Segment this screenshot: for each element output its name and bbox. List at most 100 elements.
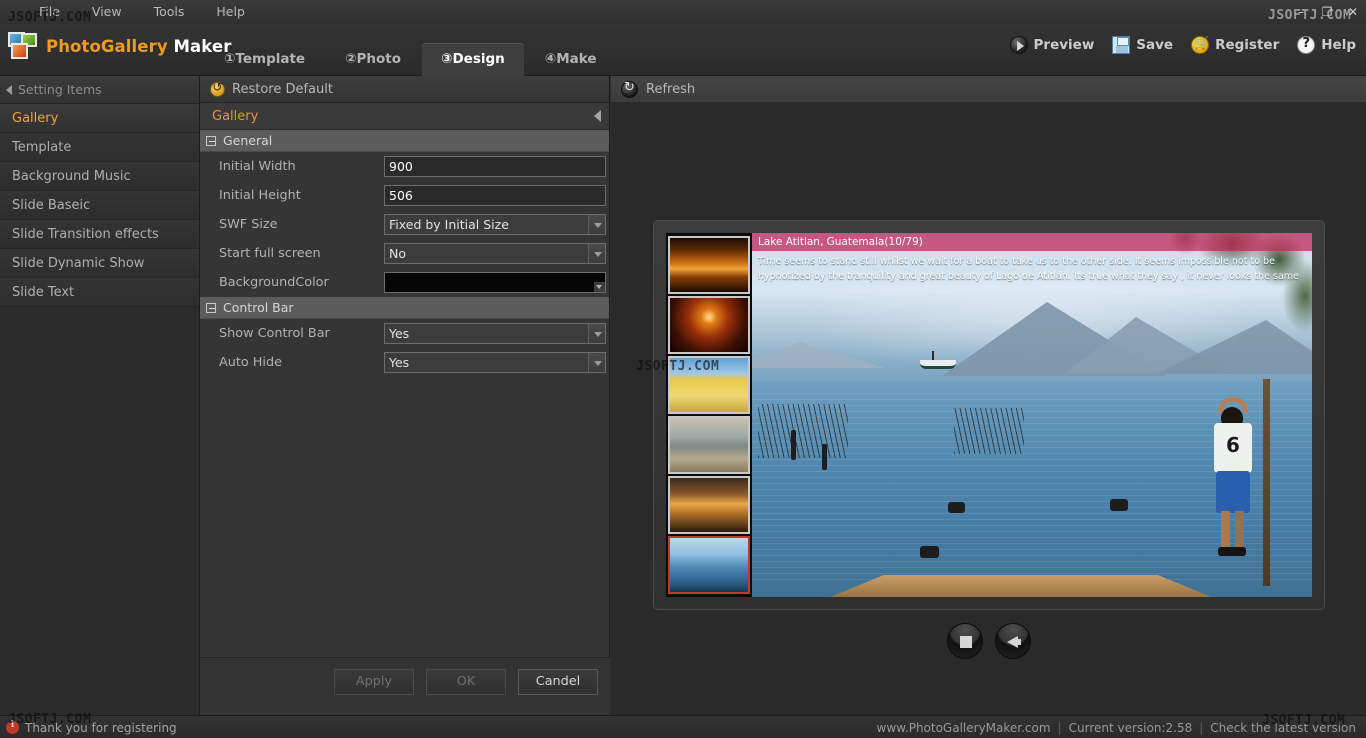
thumbnail-item[interactable] xyxy=(668,416,750,474)
gallery-viewer: 6 Lake Atitlan, Guatemala(10/79) Time se… xyxy=(653,220,1325,610)
save-button[interactable]: Save xyxy=(1112,36,1173,54)
auto-hide-select[interactable]: Yes xyxy=(384,352,606,373)
app-header: PhotoGallery Maker ①Template ②Photo ③Des… xyxy=(0,24,1366,76)
preview-area: Refresh xyxy=(611,76,1366,715)
workflow-tabs: ①Template ②Photo ③Design ④Make xyxy=(205,24,618,76)
menu-item-view[interactable]: View xyxy=(89,0,125,24)
separator-2: | xyxy=(1199,720,1204,735)
chevron-down-icon[interactable] xyxy=(588,244,605,263)
start-full-screen-value: No xyxy=(389,246,406,261)
refresh-button[interactable]: Refresh xyxy=(611,76,1366,103)
sidebar-item-gallery[interactable]: Gallery xyxy=(0,104,199,133)
label-start-full-screen: Start full screen xyxy=(219,246,321,261)
sidebar-item-slide-transition[interactable]: Slide Transition effects xyxy=(0,220,199,249)
sidebar-item-template[interactable]: Template xyxy=(0,133,199,162)
tab-design[interactable]: ③Design xyxy=(422,43,524,76)
row-show-control-bar: Show Control Bar Yes xyxy=(200,319,609,348)
close-icon[interactable]: ✕ xyxy=(1346,5,1360,19)
start-full-screen-select[interactable]: No xyxy=(384,243,606,264)
row-auto-hide: Auto Hide Yes xyxy=(200,348,609,377)
show-control-bar-value: Yes xyxy=(389,326,410,341)
register-label: Register xyxy=(1215,37,1280,53)
group-header-control-bar[interactable]: Control Bar xyxy=(200,297,609,319)
panel-title-bar: Gallery xyxy=(200,103,609,130)
title-bar: File View Tools Help – ❐ ✕ xyxy=(0,0,1366,24)
tab-template[interactable]: ①Template xyxy=(205,43,324,76)
sidebar-header[interactable]: Setting Items xyxy=(0,76,199,104)
sidebar-item-slide-text[interactable]: Slide Text xyxy=(0,278,199,307)
thumbnail-item-selected[interactable] xyxy=(668,536,750,594)
preview-stage: 6 Lake Atitlan, Guatemala(10/79) Time se… xyxy=(611,103,1366,715)
panel-button-row: Apply OK Candel xyxy=(334,669,598,695)
chevron-down-icon[interactable] xyxy=(588,324,605,343)
photo-caption-description: Time seems to stand still whilst we wait… xyxy=(758,256,1299,287)
menu-item-tools[interactable]: Tools xyxy=(151,0,188,24)
property-panel: Restore Default Gallery General Initial … xyxy=(200,76,610,715)
wooden-pole xyxy=(1263,378,1270,587)
group-header-general[interactable]: General xyxy=(200,130,609,152)
tab-make[interactable]: ④Make xyxy=(526,43,616,76)
row-swf-size: SWF Size Fixed by Initial Size xyxy=(200,210,609,239)
sidebar-item-slide-dynamic[interactable]: Slide Dynamic Show xyxy=(0,249,199,278)
status-message: Thank you for registering xyxy=(25,720,177,735)
chevron-down-icon[interactable] xyxy=(594,282,605,292)
tab-photo[interactable]: ②Photo xyxy=(326,43,420,76)
initial-height-input[interactable]: 506 xyxy=(384,185,606,206)
play-icon xyxy=(1009,36,1028,54)
thumbnail-strip xyxy=(666,233,752,597)
label-swf-size: SWF Size xyxy=(219,217,278,232)
cancel-button[interactable]: Candel xyxy=(518,669,598,695)
boy-leg xyxy=(1235,510,1244,549)
main-photo[interactable]: 6 Lake Atitlan, Guatemala(10/79) Time se… xyxy=(752,233,1312,597)
check-update-link[interactable]: Check the latest version xyxy=(1210,721,1356,735)
label-auto-hide: Auto Hide xyxy=(219,355,282,370)
show-control-bar-select[interactable]: Yes xyxy=(384,323,606,344)
chevron-down-icon[interactable] xyxy=(588,215,605,234)
post-shape xyxy=(822,444,827,471)
thumbnail-item[interactable] xyxy=(668,236,750,294)
chevron-down-icon[interactable] xyxy=(588,353,605,372)
sidebar-item-slide-baseic[interactable]: Slide Baseic xyxy=(0,191,199,220)
preview-button[interactable]: Preview xyxy=(1009,36,1094,54)
register-button[interactable]: Register xyxy=(1191,36,1279,54)
header-toolbar: Preview Save Register Help xyxy=(1009,36,1356,54)
label-show-control-bar: Show Control Bar xyxy=(219,326,330,341)
version-label: Current version:2.58 xyxy=(1068,720,1193,735)
menu-item-help[interactable]: Help xyxy=(213,0,248,24)
status-message-group: Thank you for registering xyxy=(6,716,177,738)
stop-button[interactable] xyxy=(946,623,983,659)
group-general-label: General xyxy=(223,133,273,148)
ok-button[interactable]: OK xyxy=(426,669,506,695)
question-mark-icon xyxy=(1297,36,1316,54)
boy-figure: 6 xyxy=(1210,396,1256,557)
restore-icon[interactable]: ❐ xyxy=(1320,5,1334,19)
website-link[interactable]: www.PhotoGalleryMaker.com xyxy=(877,721,1051,735)
help-button[interactable]: Help xyxy=(1297,36,1356,54)
row-background-color: BackgroundColor xyxy=(200,268,609,297)
panel-collapse-icon[interactable] xyxy=(594,110,601,122)
boy-shorts xyxy=(1216,470,1250,513)
apply-button[interactable]: Apply xyxy=(334,669,414,695)
collapse-minus-icon[interactable] xyxy=(206,302,216,313)
collapse-left-icon[interactable] xyxy=(6,84,12,95)
photo-caption-title: Lake Atitlan, Guatemala(10/79) xyxy=(752,233,1312,251)
speaker-icon xyxy=(1006,636,1021,648)
swf-size-select[interactable]: Fixed by Initial Size xyxy=(384,214,606,235)
volume-button[interactable] xyxy=(994,623,1031,659)
label-initial-height: Initial Height xyxy=(219,188,301,203)
thumbnail-item[interactable] xyxy=(668,356,750,414)
minimize-icon[interactable]: – xyxy=(1294,5,1308,19)
restore-icon xyxy=(210,80,225,97)
shopping-cart-icon xyxy=(1191,36,1210,54)
restore-default-label: Restore Default xyxy=(232,81,333,97)
thumbnail-item[interactable] xyxy=(668,476,750,534)
ridge-left-shape xyxy=(752,342,885,369)
separator-1: | xyxy=(1057,720,1062,735)
menu-item-file[interactable]: File xyxy=(36,0,63,24)
background-color-picker[interactable] xyxy=(384,272,606,293)
thumbnail-item[interactable] xyxy=(668,296,750,354)
sidebar-item-background-music[interactable]: Background Music xyxy=(0,162,199,191)
restore-default-button[interactable]: Restore Default xyxy=(200,76,609,103)
collapse-minus-icon[interactable] xyxy=(206,135,216,146)
initial-width-input[interactable]: 900 xyxy=(384,156,606,177)
